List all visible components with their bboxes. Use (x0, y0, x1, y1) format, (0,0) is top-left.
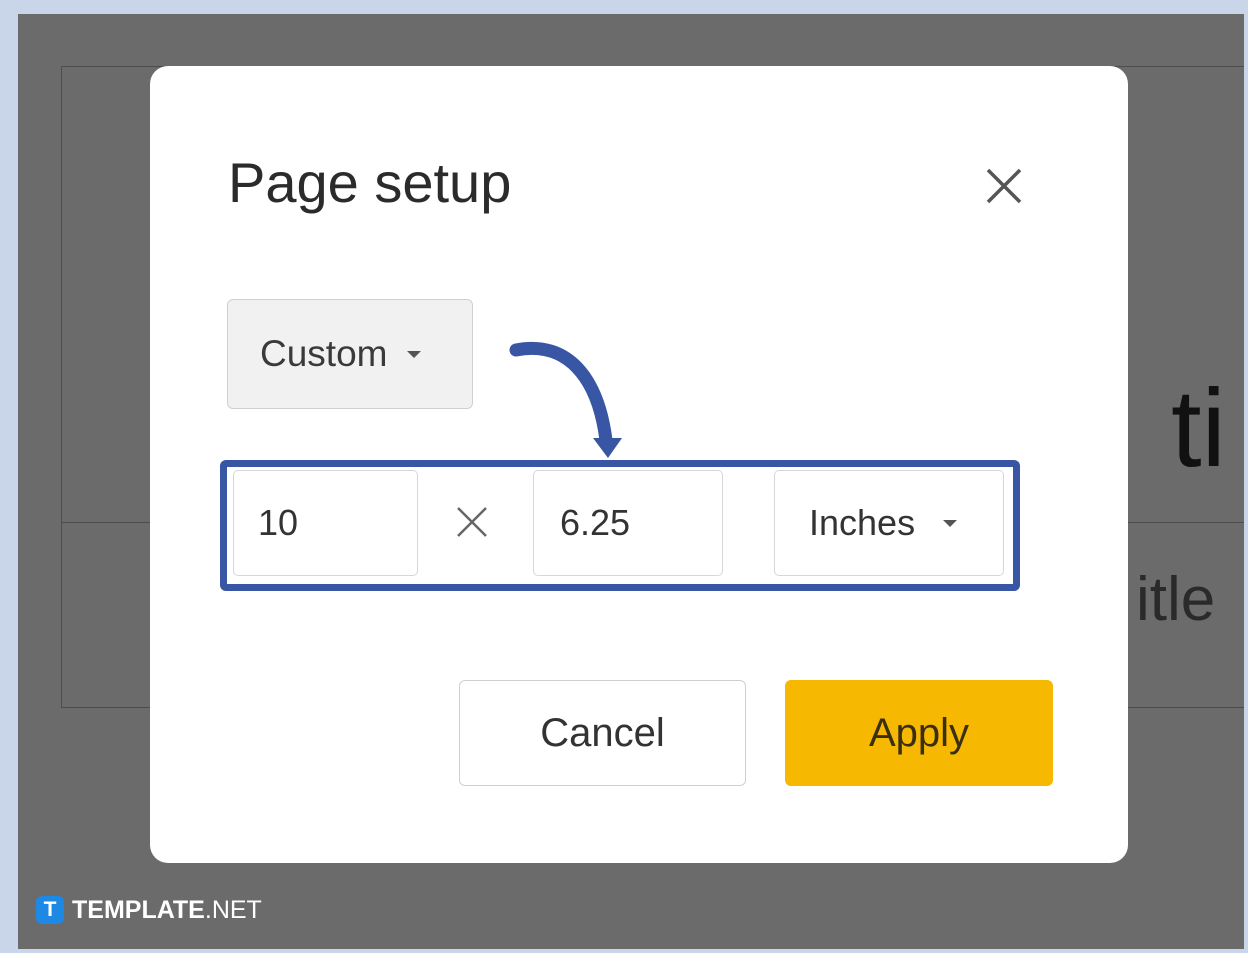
apply-button[interactable]: Apply (785, 680, 1053, 786)
cancel-button[interactable]: Cancel (459, 680, 746, 786)
chevron-down-icon (407, 350, 422, 358)
dimensions-highlight-box (220, 460, 1020, 591)
close-icon[interactable] (980, 162, 1028, 210)
slide-title-fragment: ti (1171, 367, 1226, 490)
page-size-dropdown[interactable]: Custom (227, 299, 473, 409)
template-logo-icon: T (36, 896, 64, 924)
dialog-title: Page setup (228, 151, 512, 214)
page-setup-dialog: Page setup Custom 10 6.25 Inches Cancel … (150, 66, 1128, 863)
brand-suffix: .NET (204, 895, 262, 924)
annotation-arrow-icon (509, 342, 622, 458)
slide-subtitle-fragment: itle (1136, 565, 1216, 634)
page-size-value: Custom (260, 333, 388, 374)
brand-name: TEMPLATE (72, 895, 205, 924)
template-net-watermark: T TEMPLATE .NET (36, 896, 262, 924)
